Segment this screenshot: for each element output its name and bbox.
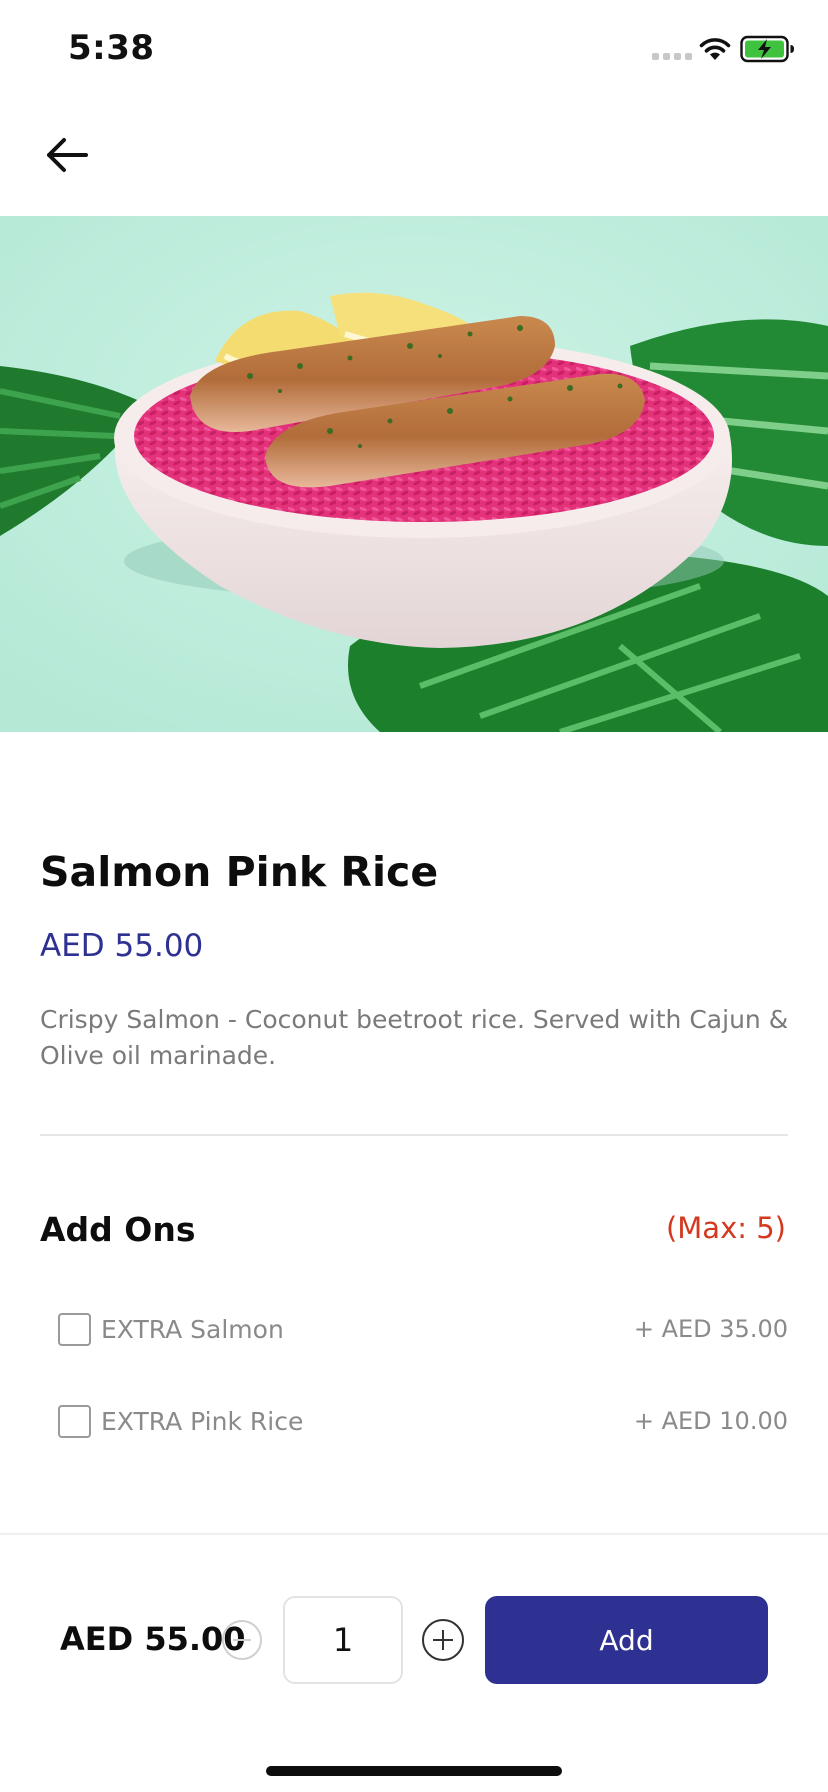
- signal-icon: [652, 53, 692, 60]
- divider: [40, 1134, 788, 1136]
- total-price: AED 55.00: [60, 1620, 246, 1658]
- status-bar: 5:38: [0, 0, 828, 100]
- addons-title: Add Ons: [40, 1210, 196, 1249]
- wifi-icon: [699, 38, 731, 60]
- product-detail-screen: 5:38 Salmon Pink Rice AED 55.00 Crispy S…: [0, 0, 828, 1792]
- addon-extra-salmon[interactable]: EXTRA Salmon + AED 35.00: [58, 1304, 788, 1354]
- home-indicator[interactable]: [266, 1766, 562, 1776]
- quantity-field[interactable]: 1: [283, 1596, 403, 1684]
- back-button[interactable]: [36, 130, 96, 180]
- addon-checkbox[interactable]: [58, 1404, 91, 1438]
- addon-extra-pink-rice[interactable]: EXTRA Pink Rice + AED 10.00: [58, 1396, 788, 1446]
- addon-name: EXTRA Salmon: [101, 1314, 284, 1344]
- battery-charging-icon: [740, 35, 794, 63]
- arrow-left-icon: [47, 138, 88, 172]
- increase-quantity-button[interactable]: [422, 1619, 464, 1661]
- decrease-quantity-button[interactable]: [222, 1620, 262, 1660]
- addon-price: + AED 10.00: [633, 1407, 788, 1435]
- addons-max-label: (Max: 5): [665, 1211, 786, 1245]
- product-image: [0, 216, 828, 732]
- product-price: AED 55.00: [40, 928, 204, 964]
- addon-checkbox[interactable]: [58, 1312, 91, 1346]
- add-to-cart-button[interactable]: Add: [485, 1596, 768, 1684]
- addon-name: EXTRA Pink Rice: [101, 1406, 304, 1436]
- addon-price: + AED 35.00: [633, 1315, 788, 1343]
- status-time: 5:38: [68, 28, 155, 68]
- product-title: Salmon Pink Rice: [40, 848, 439, 896]
- product-description: Crispy Salmon - Coconut beetroot rice. S…: [40, 1005, 789, 1070]
